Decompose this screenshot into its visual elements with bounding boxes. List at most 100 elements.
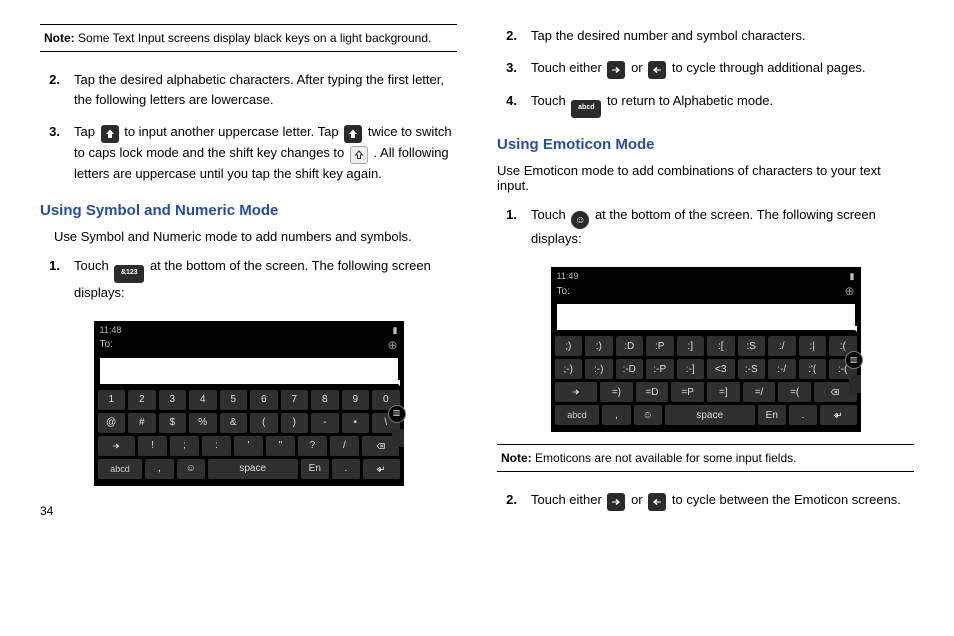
add-recipient-icon: ⊕ [387, 338, 397, 352]
step-number: 3. [497, 58, 531, 79]
arrow-right-icon [607, 61, 625, 79]
keyboard-key: ' [234, 436, 263, 456]
keyboard-key: space [665, 405, 755, 425]
step-number: 1. [497, 205, 531, 250]
keyboard-key: :] [677, 336, 705, 356]
left-column: Note: Some Text Input screens display bl… [40, 20, 457, 518]
keyboard-key: space [208, 459, 298, 479]
arrow-left-icon [648, 61, 666, 79]
keyboard-key: 2 [128, 390, 156, 410]
screenshot-symbol-keyboard: 11:48 ▮ To: ⊕ 𝌆 1234567890@#$%&()-•\!;:'… [94, 321, 404, 486]
keyboard-key: :-/ [768, 359, 796, 379]
step-number: 1. [40, 256, 74, 303]
keyboard-key: 1 [98, 390, 126, 410]
heading-emoticon-mode: Using Emoticon Mode [497, 136, 914, 153]
screenshot-emoticon-keyboard: 11:49 ▮ To: ⊕ 𝌆 ;):):D:P:]:[:S:/:|:(;-):… [551, 267, 861, 432]
emoticon-keyboard: ;):):D:P:]:[:S:/:|:(;-):-):-D:-P:-]<3:-S… [551, 332, 861, 425]
keyboard-key: . [789, 405, 817, 425]
keyboard-key: 8 [311, 390, 339, 410]
keyboard-key: 7 [281, 390, 309, 410]
keyboard-key: :'( [799, 359, 827, 379]
keyboard-key: 4 [189, 390, 217, 410]
step-text: Tap to input another uppercase letter. T… [74, 122, 457, 184]
note-bottom-text: Emoticons are not available for some inp… [535, 451, 796, 465]
left-sym-step-1: 1. Touch &123 at the bottom of the scree… [40, 256, 457, 303]
left-step-3: 3. Tap to input another uppercase letter… [40, 122, 457, 184]
shot-to-label: To: [557, 286, 570, 297]
step-number: 4. [497, 91, 531, 117]
note-top: Note: Some Text Input screens display bl… [40, 24, 457, 52]
attach-handle-icon: 𝌆 [845, 351, 863, 369]
add-recipient-icon: ⊕ [844, 284, 854, 298]
keyboard-key: =P [671, 382, 704, 402]
side-chip-icon [849, 375, 861, 393]
keyboard-key: @ [98, 413, 126, 433]
keyboard-key [98, 436, 136, 456]
side-chip-icon [392, 429, 404, 447]
keyboard-key: . [332, 459, 360, 479]
note-bottom: Note: Emoticons are not available for so… [497, 444, 914, 472]
step-number: 2. [40, 70, 74, 110]
caps-lock-icon [350, 146, 368, 164]
keyboard-key: =] [707, 382, 740, 402]
step-text: Tap the desired alphabetic characters. A… [74, 70, 457, 110]
keyboard-key: =/ [743, 382, 776, 402]
keyboard-key: 3 [159, 390, 187, 410]
keyboard-key [820, 405, 857, 425]
keyboard-key: ;-) [555, 359, 583, 379]
keyboard-key: ; [170, 436, 199, 456]
keyboard-key: ;) [555, 336, 583, 356]
step-text: Touch abcd to return to Alphabetic mode. [531, 91, 914, 117]
emoticon-intro: Use Emoticon mode to add combinations of… [497, 163, 914, 193]
keyboard-key: $ [159, 413, 187, 433]
symbol-keyboard: 1234567890@#$%&()-•\!;:'"?/abcd,☺spaceEn… [94, 386, 404, 479]
shot-status-icons: ▮ [393, 325, 398, 336]
right-step-3: 3. Touch either or to cycle through addi… [497, 58, 914, 79]
step-number: 2. [497, 26, 531, 46]
page-number: 34 [40, 494, 457, 518]
right-step-2: 2. Tap the desired number and symbol cha… [497, 26, 914, 46]
step-text: Tap the desired number and symbol charac… [531, 26, 914, 46]
keyboard-key [555, 382, 597, 402]
keyboard-key: : [202, 436, 231, 456]
attach-handle-icon: 𝌆 [388, 405, 406, 423]
step-text: Touch either or to cycle between the Emo… [531, 490, 914, 511]
keyboard-key: En [301, 459, 329, 479]
keyboard-key: % [189, 413, 217, 433]
right-column: 2. Tap the desired number and symbol cha… [497, 20, 914, 518]
heading-symbol-mode: Using Symbol and Numeric Mode [40, 202, 457, 219]
keyboard-key: :-D [616, 359, 644, 379]
shot-text-input [100, 358, 398, 384]
step-number: 3. [40, 122, 74, 184]
keyboard-key: :[ [707, 336, 735, 356]
arrow-left-icon [648, 493, 666, 511]
step-text: Touch ☺ at the bottom of the screen. The… [531, 205, 914, 250]
keyboard-key: :-P [646, 359, 674, 379]
keyboard-key: 9 [342, 390, 370, 410]
keyboard-key: ? [298, 436, 327, 456]
shift-icon [101, 125, 119, 143]
keyboard-key: En [758, 405, 786, 425]
keyboard-key: :-] [677, 359, 705, 379]
keyboard-key: ! [138, 436, 167, 456]
keyboard-key: :P [646, 336, 674, 356]
and123-icon: &123 [114, 265, 144, 283]
abcd-icon: abcd [571, 100, 601, 118]
keyboard-key: =( [778, 382, 811, 402]
keyboard-key: abcd [555, 405, 600, 425]
shot-time: 11:49 [557, 271, 579, 282]
keyboard-key: :) [585, 336, 613, 356]
keyboard-key: / [330, 436, 359, 456]
symbol-intro: Use Symbol and Numeric mode to add numbe… [54, 229, 457, 244]
right-emo-step-1: 1. Touch ☺ at the bottom of the screen. … [497, 205, 914, 250]
keyboard-key: & [220, 413, 248, 433]
shot-to-label: To: [100, 339, 113, 350]
keyboard-key: :-S [738, 359, 766, 379]
keyboard-key: =D [636, 382, 669, 402]
keyboard-key: # [128, 413, 156, 433]
keyboard-key: :/ [768, 336, 796, 356]
keyboard-key: <3 [707, 359, 735, 379]
smiley-icon: ☺ [571, 211, 589, 229]
note-top-text: Some Text Input screens display black ke… [78, 31, 431, 45]
keyboard-key: ( [250, 413, 278, 433]
